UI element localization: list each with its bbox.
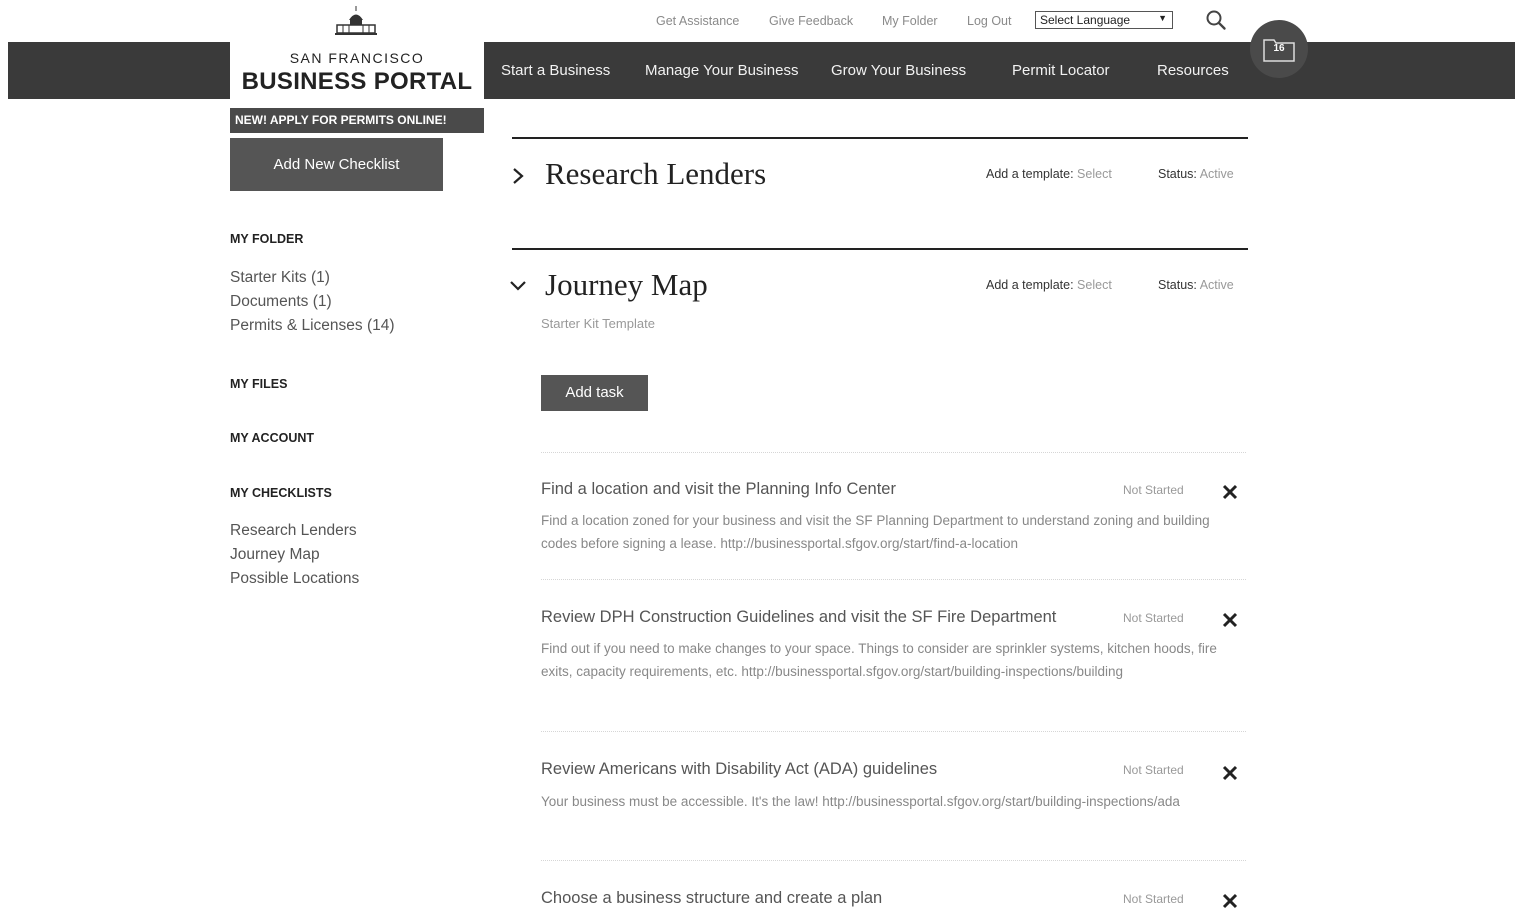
- task-divider: [541, 731, 1246, 732]
- checklist-title-journey-map[interactable]: Journey Map: [545, 267, 708, 303]
- close-icon[interactable]: [1222, 484, 1238, 500]
- close-icon[interactable]: [1222, 612, 1238, 628]
- add-new-checklist-button[interactable]: Add New Checklist: [230, 138, 443, 191]
- section-divider: [512, 248, 1248, 250]
- task-status[interactable]: Not Started: [1123, 892, 1184, 906]
- task-title[interactable]: Review DPH Construction Guidelines and v…: [541, 608, 1056, 627]
- status-value[interactable]: Active: [1200, 167, 1234, 181]
- task-divider: [541, 860, 1246, 861]
- my-files-link[interactable]: MY FILES: [230, 377, 287, 391]
- language-select[interactable]: Select Language ▼: [1035, 11, 1173, 29]
- chevron-right-icon[interactable]: [508, 166, 528, 186]
- my-checklists-heading: MY CHECKLISTS: [230, 486, 332, 500]
- task-description: Find out if you need to make changes to …: [541, 641, 1217, 679]
- portal-logo[interactable]: SAN FRANCISCO BUSINESS PORTAL: [230, 0, 484, 99]
- sidebar-item-possible-locations[interactable]: Possible Locations: [230, 570, 359, 588]
- nav-manage-your-business[interactable]: Manage Your Business: [645, 62, 798, 79]
- close-icon[interactable]: [1222, 765, 1238, 781]
- task-title[interactable]: Choose a business structure and create a…: [541, 889, 882, 908]
- add-template-control[interactable]: Add a template: Select: [986, 167, 1112, 181]
- nav-resources[interactable]: Resources: [1157, 62, 1229, 79]
- search-icon[interactable]: [1205, 9, 1227, 31]
- get-assistance-link[interactable]: Get Assistance: [656, 14, 739, 28]
- log-out-link[interactable]: Log Out: [967, 14, 1011, 28]
- nav-permit-locator[interactable]: Permit Locator: [1012, 62, 1110, 79]
- my-account-link[interactable]: MY ACCOUNT: [230, 431, 314, 445]
- section-divider: [512, 137, 1248, 139]
- chevron-down-icon[interactable]: [508, 276, 528, 296]
- checklist-title-research-lenders[interactable]: Research Lenders: [545, 156, 766, 192]
- task-divider: [541, 579, 1246, 580]
- sidebar-item-permits-licenses[interactable]: Permits & Licenses (14): [230, 317, 395, 335]
- status-control[interactable]: Status: Active: [1158, 167, 1234, 181]
- my-folder-heading: MY FOLDER: [230, 232, 304, 246]
- template-select[interactable]: Select: [1077, 167, 1112, 181]
- status-label: Status:: [1158, 278, 1197, 292]
- task-description: Your business must be accessible. It's t…: [541, 794, 1180, 809]
- sidebar-item-starter-kits[interactable]: Starter Kits (1): [230, 269, 330, 287]
- nav-grow-your-business[interactable]: Grow Your Business: [831, 62, 966, 79]
- template-subtitle: Starter Kit Template: [541, 316, 655, 331]
- my-folder-link[interactable]: My Folder: [882, 14, 938, 28]
- add-template-label: Add a template:: [986, 167, 1074, 181]
- template-select[interactable]: Select: [1077, 278, 1112, 292]
- task-title[interactable]: Find a location and visit the Planning I…: [541, 480, 896, 499]
- city-hall-icon: [335, 6, 377, 35]
- add-template-label: Add a template:: [986, 278, 1074, 292]
- add-template-control[interactable]: Add a template: Select: [986, 278, 1112, 292]
- sidebar-item-documents[interactable]: Documents (1): [230, 293, 332, 311]
- sidebar-item-journey-map[interactable]: Journey Map: [230, 546, 320, 564]
- task-status[interactable]: Not Started: [1123, 611, 1184, 625]
- status-value[interactable]: Active: [1200, 278, 1234, 292]
- task-status[interactable]: Not Started: [1123, 763, 1184, 777]
- nav-start-a-business[interactable]: Start a Business: [501, 62, 610, 79]
- my-folder-badge[interactable]: 16: [1250, 20, 1308, 78]
- task-status[interactable]: Not Started: [1123, 483, 1184, 497]
- status-control[interactable]: Status: Active: [1158, 278, 1234, 292]
- task-title[interactable]: Review Americans with Disability Act (AD…: [541, 760, 937, 779]
- apply-permits-banner[interactable]: NEW! APPLY FOR PERMITS ONLINE!: [230, 108, 484, 133]
- add-task-button[interactable]: Add task: [541, 375, 648, 411]
- give-feedback-link[interactable]: Give Feedback: [769, 14, 853, 28]
- logo-portal-name: BUSINESS PORTAL: [241, 68, 473, 95]
- status-label: Status:: [1158, 167, 1197, 181]
- close-icon[interactable]: [1222, 893, 1238, 908]
- task-description: Find a location zoned for your business …: [541, 513, 1210, 551]
- logo-city-name: SAN FRANCISCO: [289, 50, 425, 66]
- folder-count-badge: 16: [1273, 43, 1285, 54]
- chevron-down-icon: ▼: [1158, 13, 1167, 23]
- task-divider: [541, 452, 1246, 453]
- sidebar-item-research-lenders[interactable]: Research Lenders: [230, 522, 357, 540]
- language-select-value: Select Language: [1040, 13, 1131, 27]
